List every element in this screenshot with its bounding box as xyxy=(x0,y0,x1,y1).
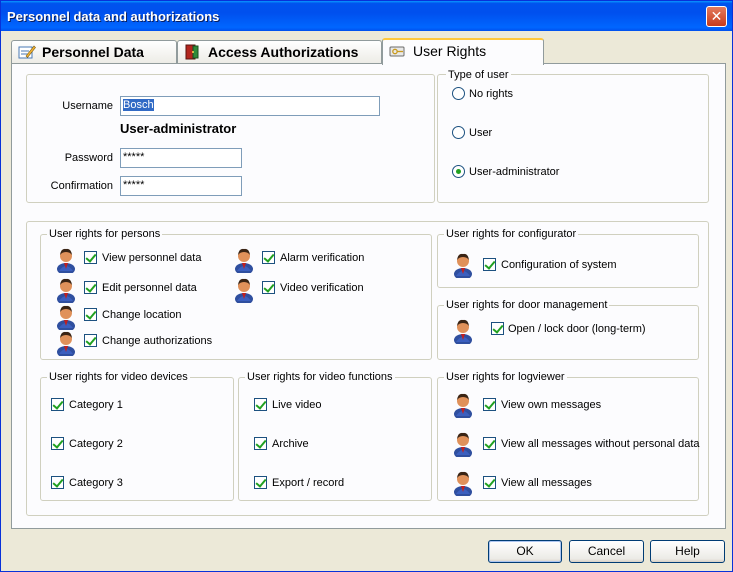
confirmation-label: Confirmation xyxy=(50,180,113,192)
radio-user-administrator[interactable] xyxy=(452,165,465,178)
checkbox-configuration-of-system[interactable] xyxy=(483,258,496,271)
archive-label: Archive xyxy=(272,438,309,450)
door-rights-title: User rights for door management xyxy=(444,299,610,311)
checkbox-category-3[interactable] xyxy=(51,476,64,489)
checkbox-export-record[interactable] xyxy=(254,476,267,489)
user-type-title: Type of user xyxy=(446,69,511,81)
radio-user-label: User xyxy=(469,127,493,139)
key-icon xyxy=(389,46,405,57)
pencil-icon xyxy=(18,45,36,59)
user-icon xyxy=(452,470,474,496)
username-input[interactable]: Bosch xyxy=(120,96,380,116)
checkbox-view-own-messages[interactable] xyxy=(483,398,496,411)
category-3-label: Category 3 xyxy=(69,477,123,489)
user-role-text: User-administrator xyxy=(120,121,237,136)
logviewer-rights-group: User rights for logviewer View own messa… xyxy=(437,371,700,501)
video-functions-rights-title: User rights for video functions xyxy=(245,371,395,383)
checkbox-archive[interactable] xyxy=(254,437,267,450)
view-personnel-data-label: View personnel data xyxy=(102,252,202,264)
view-own-messages-label: View own messages xyxy=(501,399,602,411)
user-type-group: Type of user No rights User User-adminis… xyxy=(438,69,708,202)
username-label: Username xyxy=(62,100,113,112)
view-all-messages-label: View all messages xyxy=(501,477,592,489)
user-icon xyxy=(452,392,474,418)
password-input[interactable]: ***** xyxy=(120,148,242,168)
checkbox-change-location[interactable] xyxy=(84,308,97,321)
user-icon xyxy=(55,304,77,330)
video-devices-rights-title: User rights for video devices xyxy=(47,371,190,383)
radio-user-administrator-label: User-administrator xyxy=(469,166,560,178)
user-icon xyxy=(233,247,255,273)
dialog-window: Personnel data and authorizations ✕ Pers… xyxy=(0,0,733,572)
tab-user-rights-label: User Rights xyxy=(413,43,487,59)
window-title: Personnel data and authorizations xyxy=(7,9,220,24)
persons-rights-group: User rights for persons View personnel d… xyxy=(40,228,432,360)
open-lock-door-label: Open / lock door (long-term) xyxy=(508,323,646,335)
cancel-button[interactable]: Cancel xyxy=(569,540,644,563)
radio-no-rights[interactable] xyxy=(452,87,465,100)
checkbox-view-personnel-data[interactable] xyxy=(84,251,97,264)
change-location-label: Change location xyxy=(102,309,182,321)
user-icon xyxy=(55,330,77,356)
radio-no-rights-label: No rights xyxy=(469,88,514,100)
export-record-label: Export / record xyxy=(272,477,345,489)
category-1-label: Category 1 xyxy=(69,399,123,411)
credentials-frame: Username Bosch User-administrator Passwo… xyxy=(26,74,435,203)
checkbox-view-all-messages-without-personal-data[interactable] xyxy=(483,437,496,450)
checkbox-category-2[interactable] xyxy=(51,437,64,450)
tab-personnel-data-label: Personnel Data xyxy=(42,44,144,60)
help-button[interactable]: Help xyxy=(650,540,725,563)
tab-access-authorizations-label: Access Authorizations xyxy=(208,44,359,60)
configuration-of-system-label: Configuration of system xyxy=(501,259,617,271)
tab-access-authorizations[interactable]: Access Authorizations xyxy=(177,40,382,64)
video-verification-label: Video verification xyxy=(280,282,364,294)
checkbox-video-verification[interactable] xyxy=(262,281,275,294)
edit-personnel-data-label: Edit personnel data xyxy=(102,282,197,294)
user-icon xyxy=(452,431,474,457)
tab-bar: Personnel Data Access Authorizations Use… xyxy=(11,38,726,65)
live-video-label: Live video xyxy=(272,399,322,411)
checkbox-alarm-verification[interactable] xyxy=(262,251,275,264)
persons-rights-title: User rights for persons xyxy=(47,228,163,240)
change-authorizations-label: Change authorizations xyxy=(102,335,213,347)
video-functions-rights-group: User rights for video functions Live vid… xyxy=(238,371,432,501)
tab-personnel-data[interactable]: Personnel Data xyxy=(11,40,177,64)
user-icon xyxy=(55,277,77,303)
user-icon xyxy=(55,247,77,273)
checkbox-view-all-messages[interactable] xyxy=(483,476,496,489)
password-label: Password xyxy=(64,152,113,164)
user-rights-panel: Username Bosch User-administrator Passwo… xyxy=(11,63,726,529)
configurator-rights-group: User rights for configurator Configurati… xyxy=(437,228,699,288)
configurator-rights-title: User rights for configurator xyxy=(444,228,579,240)
close-button[interactable]: ✕ xyxy=(706,6,727,27)
view-all-messages-without-personal-data-label: View all messages without personal data xyxy=(501,438,700,450)
door-rights-group: User rights for door management Open / l… xyxy=(437,299,699,360)
checkbox-category-1[interactable] xyxy=(51,398,64,411)
video-devices-rights-group: User rights for video devices Category 1… xyxy=(40,371,234,501)
title-bar[interactable]: Personnel data and authorizations ✕ xyxy=(1,1,732,31)
checkbox-edit-personnel-data[interactable] xyxy=(84,281,97,294)
close-icon: ✕ xyxy=(710,8,723,24)
checkbox-change-authorizations[interactable] xyxy=(84,334,97,347)
user-icon xyxy=(233,277,255,303)
user-type-frame: Type of user No rights User User-adminis… xyxy=(437,69,709,203)
user-icon xyxy=(452,252,474,278)
checkbox-open-lock-door[interactable] xyxy=(491,322,504,335)
radio-user[interactable] xyxy=(452,126,465,139)
username-value: Bosch xyxy=(123,99,154,111)
checkbox-live-video[interactable] xyxy=(254,398,267,411)
tab-user-rights[interactable]: User Rights xyxy=(382,38,544,65)
user-icon xyxy=(452,318,474,344)
door-icon xyxy=(185,44,199,60)
alarm-verification-label: Alarm verification xyxy=(280,252,365,264)
confirmation-input[interactable]: ***** xyxy=(120,176,242,196)
logviewer-rights-title: User rights for logviewer xyxy=(444,371,567,383)
ok-button[interactable]: OK xyxy=(488,540,562,563)
category-2-label: Category 2 xyxy=(69,438,123,450)
